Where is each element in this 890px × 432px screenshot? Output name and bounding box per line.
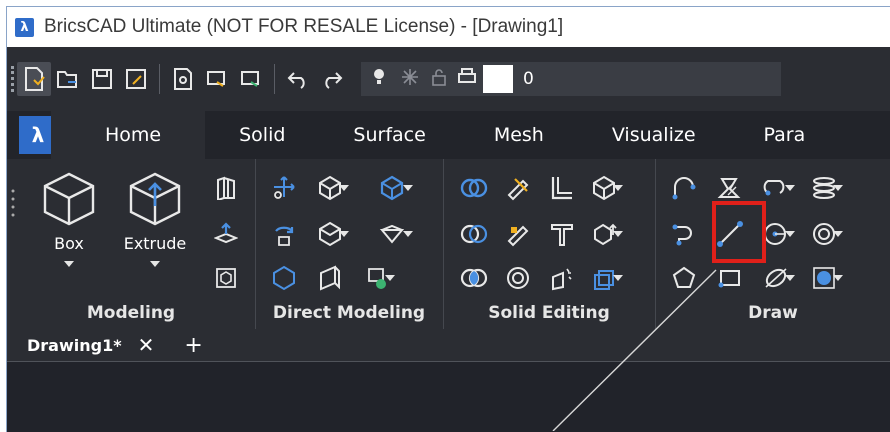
thicken-icon[interactable] — [545, 171, 579, 205]
dropdown-caret-icon[interactable] — [383, 271, 397, 285]
panel-grip[interactable] — [9, 185, 17, 219]
ribbon-panel-area: Box Extrude Modeling Direct Modeling Sol… — [7, 159, 890, 329]
freeze-icon[interactable] — [401, 68, 419, 90]
box-icon[interactable] — [39, 169, 99, 229]
tab-home[interactable]: Home — [51, 111, 206, 159]
quick-access-toolbar: 0 — [7, 47, 890, 111]
extrude-icon[interactable] — [125, 169, 185, 229]
interference-icon[interactable] — [501, 261, 535, 295]
window-title: BricsCAD Ultimate (NOT FOR RESALE Licens… — [44, 16, 564, 37]
layer-name: 0 — [523, 69, 534, 89]
panel-modeling: Box Extrude Modeling — [7, 159, 256, 329]
toolbar-separator — [159, 64, 160, 94]
dropdown-caret-icon[interactable] — [611, 271, 625, 285]
printer-icon[interactable] — [457, 68, 477, 90]
app-logo: λ — [15, 17, 34, 37]
rotate-faces-icon[interactable] — [267, 217, 301, 251]
drawing-canvas[interactable] — [7, 362, 890, 432]
redo-icon[interactable] — [315, 62, 349, 96]
explode-icon[interactable] — [545, 261, 579, 295]
delete-faces-icon[interactable] — [267, 261, 301, 295]
save-icon[interactable] — [85, 62, 119, 96]
box-label[interactable]: Box — [34, 234, 104, 253]
layer-dropdown[interactable]: 0 — [361, 62, 781, 96]
rectangle-icon[interactable] — [713, 261, 747, 295]
imprint-icon[interactable] — [545, 217, 579, 251]
hatch-icon[interactable] — [713, 171, 747, 205]
union-icon[interactable] — [457, 171, 491, 205]
document-tab-bar: Drawing1* ✕ + — [7, 329, 890, 362]
lock-icon[interactable] — [431, 68, 447, 90]
panel-title-direct-modeling: Direct Modeling — [272, 303, 426, 323]
undo-icon[interactable] — [281, 62, 315, 96]
panel-draw: Draw — [655, 159, 890, 329]
panel-solid-editing: Solid Editing — [443, 159, 656, 329]
title-bar: λ BricsCAD Ultimate (NOT FOR RESALE Lice… — [7, 7, 890, 47]
dropdown-caret-icon[interactable] — [831, 227, 845, 241]
slice-icon[interactable] — [501, 171, 535, 205]
close-icon[interactable]: ✕ — [138, 333, 155, 357]
panel-title-modeling: Modeling — [86, 303, 176, 323]
dropdown-caret-icon[interactable] — [783, 227, 797, 241]
panel-direct-modeling: Direct Modeling — [255, 159, 444, 329]
push-pull-icon[interactable] — [209, 217, 243, 251]
planar-surface-icon[interactable] — [209, 261, 243, 295]
panel-title-solid-editing: Solid Editing — [488, 303, 610, 323]
new-tab-button[interactable]: + — [184, 333, 202, 358]
export-icon[interactable] — [234, 62, 268, 96]
dropdown-caret-icon[interactable] — [401, 181, 415, 195]
fillet-edge-icon[interactable] — [501, 217, 535, 251]
dropdown-caret-icon[interactable] — [337, 227, 351, 241]
open-file-icon[interactable] — [51, 62, 85, 96]
dropdown-caret-icon[interactable] — [611, 181, 625, 195]
extrude-label[interactable]: Extrude — [120, 234, 190, 253]
panel-title-draw: Draw — [748, 303, 798, 323]
arc-icon[interactable] — [667, 171, 701, 205]
document-tab-drawing1[interactable]: Drawing1* ✕ — [7, 329, 162, 361]
polygon-icon[interactable] — [667, 261, 701, 295]
dropdown-caret-icon[interactable] — [783, 181, 797, 195]
app-window: λ BricsCAD Ultimate (NOT FOR RESALE Lice… — [6, 6, 890, 432]
new-file-icon[interactable] — [17, 62, 51, 96]
subtract-icon[interactable] — [457, 217, 491, 251]
tab-parametric[interactable]: Para — [730, 111, 806, 159]
publish-icon[interactable] — [200, 62, 234, 96]
line-tool-highlight — [712, 201, 766, 263]
dropdown-caret-icon[interactable] — [783, 271, 797, 285]
intersect-icon[interactable] — [457, 261, 491, 295]
ribbon-tab-bar: λ Home Solid Surface Mesh Visualize Para — [7, 111, 890, 159]
move-faces-icon[interactable] — [267, 171, 301, 205]
document-tab-label: Drawing1* — [27, 335, 122, 355]
extrude-faces-icon[interactable] — [313, 261, 347, 295]
tab-surface[interactable]: Surface — [319, 111, 459, 159]
print-preview-icon[interactable] — [166, 62, 200, 96]
tab-solid[interactable]: Solid — [205, 111, 319, 159]
dropdown-caret-icon[interactable] — [401, 227, 415, 241]
extrude-dropdown-icon[interactable] — [145, 257, 165, 271]
dropdown-caret-icon[interactable] — [337, 181, 351, 195]
dropdown-caret-icon[interactable] — [611, 227, 625, 241]
dropdown-caret-icon[interactable] — [831, 181, 845, 195]
polyline-icon[interactable] — [667, 217, 701, 251]
dropdown-caret-icon[interactable] — [831, 271, 845, 285]
tab-mesh[interactable]: Mesh — [460, 111, 578, 159]
toolbar-separator — [274, 64, 275, 94]
layer-color-swatch — [483, 65, 513, 93]
tab-visualize[interactable]: Visualize — [578, 111, 730, 159]
box-dropdown-icon[interactable] — [59, 257, 79, 271]
save-as-icon[interactable] — [119, 62, 153, 96]
lightbulb-icon[interactable] — [371, 67, 387, 91]
loft-icon[interactable] — [209, 171, 243, 205]
